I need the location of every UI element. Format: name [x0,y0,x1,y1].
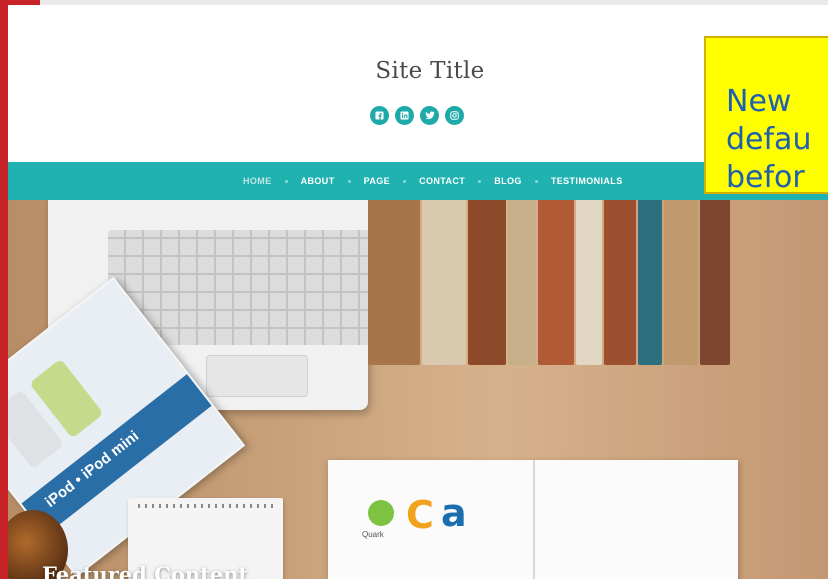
nav-separator [403,179,407,183]
nav-item-page[interactable]: PAGE [364,176,390,186]
nav-separator [478,179,482,183]
window-corner-accent [0,0,40,5]
book-spine [700,200,730,365]
window-top-border [0,0,828,5]
twitter-icon[interactable] [420,106,439,125]
window-left-border [0,0,8,579]
nav-item-contact[interactable]: CONTACT [419,176,465,186]
nav-separator [284,179,288,183]
nav-item-about[interactable]: ABOUT [301,176,335,186]
annotation-callout: New defau befor [704,36,828,195]
quark-logo-icon [368,500,394,526]
instagram-icon[interactable] [445,106,464,125]
hero-image: iPod • iPod mini Quark C a Featured Cont… [8,200,828,579]
laptop-trackpad [206,355,308,397]
nav-item-testimonials[interactable]: TESTIMONIALS [551,176,623,186]
book-spine [538,200,574,365]
book-spine [368,200,420,365]
books-row [368,200,758,370]
nav-item-blog[interactable]: BLOG [494,176,522,186]
featured-content-heading: Featured Content [42,562,249,579]
facebook-icon[interactable] [370,106,389,125]
social-links [370,106,464,125]
open-book: Quark C a [328,460,738,579]
nav-item-home[interactable]: HOME [243,176,272,186]
book-spine [422,200,466,365]
book-spine [604,200,636,365]
book-spine [468,200,506,365]
book-spine [508,200,536,365]
nav-menu: HOME ABOUT PAGE CONTACT BLOG TESTIMONIAL… [243,162,623,200]
nav-separator [534,179,538,183]
linkedin-icon[interactable] [395,106,414,125]
book-spine [664,200,698,365]
c-logo-icon: C [406,493,434,537]
a-logo-icon: a [441,491,467,535]
callout-text: New defau befor [726,84,812,195]
quark-logo-label: Quark [362,530,384,539]
book-spine [638,200,662,365]
nav-separator [347,179,351,183]
book-spine [576,200,602,365]
